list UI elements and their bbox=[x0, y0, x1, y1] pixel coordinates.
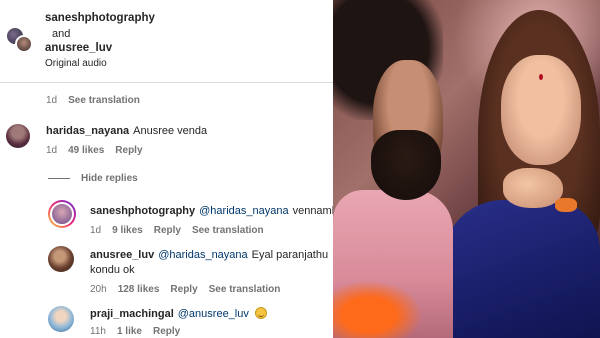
comment-meta: 1d 9 likes Reply See translation bbox=[90, 225, 275, 236]
hide-replies-line bbox=[48, 178, 70, 179]
comment-body: Anusree venda bbox=[133, 125, 208, 137]
see-translation-button[interactable]: See translation bbox=[192, 225, 264, 236]
likes-count[interactable]: 128 likes bbox=[118, 284, 160, 295]
avatar[interactable] bbox=[48, 246, 74, 272]
woman-face bbox=[501, 55, 581, 165]
comment-time: 20h bbox=[90, 284, 107, 295]
comment-meta: 20h 128 likes Reply See translation bbox=[90, 284, 291, 295]
comment-username[interactable]: anusree_luv bbox=[90, 249, 154, 261]
comments-panel: ~~~~~~~~~~~~~~~~~~~~~~~~~~~~~~~~~~~~~~~~… bbox=[0, 0, 333, 338]
comment-meta: 1d 49 likes Reply bbox=[46, 145, 154, 156]
reply-button[interactable]: Reply bbox=[154, 225, 181, 236]
original-audio-link[interactable]: Original audio bbox=[45, 58, 107, 69]
hide-replies-button[interactable]: Hide replies bbox=[81, 173, 138, 184]
collab-username-1[interactable]: saneshphotography bbox=[45, 12, 155, 24]
comment-time: 1d bbox=[46, 145, 58, 156]
comment-meta: 11h 1 like Reply bbox=[90, 326, 191, 337]
see-translation-button[interactable]: See translation bbox=[209, 284, 281, 295]
comment-text: praji_machingal @anusree_luv bbox=[90, 307, 267, 320]
reply-button[interactable]: Reply bbox=[153, 326, 180, 337]
collab-avatars[interactable] bbox=[6, 27, 34, 53]
bindi bbox=[539, 74, 543, 80]
comment-text: saneshphotography @haridas_nayana vennamlo… bbox=[90, 205, 333, 217]
man-beard bbox=[371, 130, 441, 200]
comment-username[interactable]: haridas_nayana bbox=[46, 125, 129, 137]
reel-photo[interactable] bbox=[333, 0, 600, 338]
comment-username[interactable]: saneshphotography bbox=[90, 205, 195, 217]
avatar[interactable] bbox=[6, 124, 30, 148]
comment-text: anusree_luv @haridas_nayana Eyal paranjath… bbox=[90, 249, 328, 261]
comment-body: vennamlo.. bbox=[292, 205, 333, 217]
likes-count[interactable]: 1 like bbox=[117, 326, 142, 337]
mention-link[interactable]: @haridas_nayana bbox=[158, 249, 247, 261]
avatar bbox=[15, 35, 33, 53]
mention-link[interactable]: @anusree_luv bbox=[178, 308, 249, 320]
likes-count[interactable]: 9 likes bbox=[112, 225, 143, 236]
divider bbox=[0, 82, 333, 83]
bangle bbox=[555, 198, 577, 212]
grinning-face-icon bbox=[254, 307, 267, 319]
collab-username-2[interactable]: anusree_luv bbox=[45, 42, 112, 54]
collab-and-label: and bbox=[52, 28, 71, 40]
comment-time: 1d bbox=[90, 225, 102, 236]
woman-hand bbox=[503, 168, 563, 208]
avatar[interactable] bbox=[48, 306, 74, 332]
reply-button[interactable]: Reply bbox=[115, 145, 142, 156]
mention-link[interactable]: @haridas_nayana bbox=[199, 205, 288, 217]
reel-header: saneshphotography and anusree_luv Origin… bbox=[0, 0, 333, 84]
comment-time: 11h bbox=[90, 326, 106, 337]
likes-count[interactable]: 49 likes bbox=[68, 145, 104, 156]
comment-body-continued: kondu ok bbox=[90, 264, 135, 276]
comment-time: 1d bbox=[46, 95, 58, 106]
orange-flower bbox=[333, 280, 423, 338]
comment-meta: 1d See translation bbox=[46, 95, 151, 106]
comment-username[interactable]: praji_machingal bbox=[90, 308, 174, 320]
comment-body: Eyal paranjathu bbox=[251, 249, 329, 261]
comment-text: haridas_nayana Anusree venda bbox=[46, 125, 207, 137]
avatar[interactable] bbox=[48, 200, 76, 228]
see-translation-button[interactable]: See translation bbox=[68, 95, 140, 106]
woman-saree bbox=[443, 200, 600, 338]
reply-button[interactable]: Reply bbox=[170, 284, 197, 295]
